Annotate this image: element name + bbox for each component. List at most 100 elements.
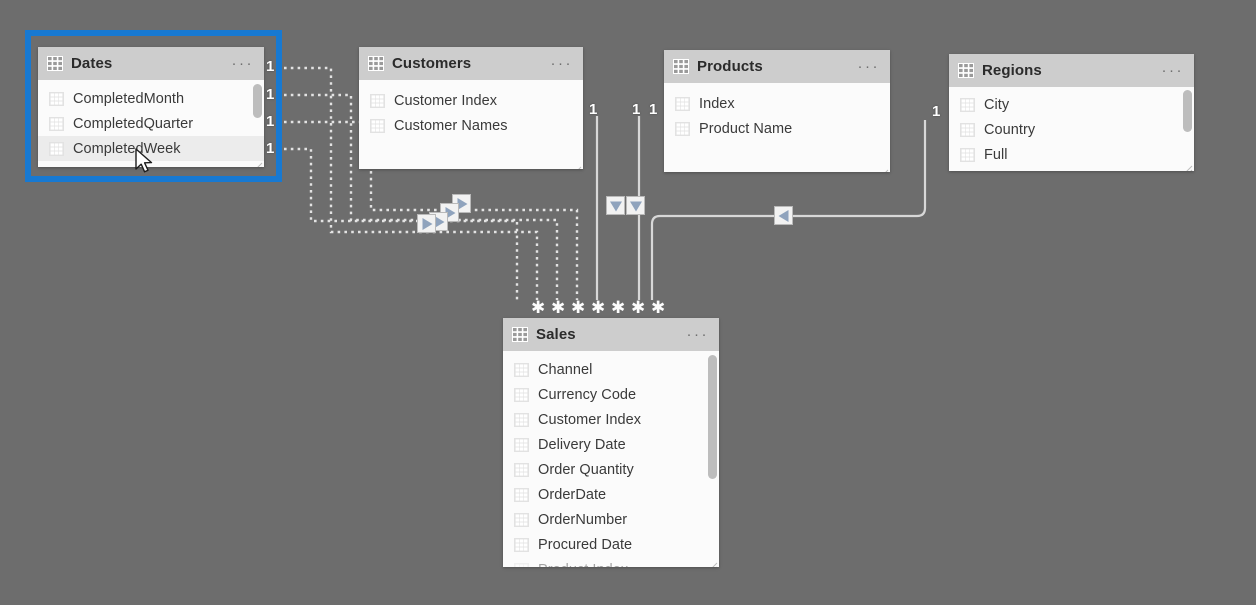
field-grid-icon (514, 462, 529, 477)
table-resize-grip[interactable] (251, 160, 263, 167)
cardinality-many-sales-6: ✱ (631, 298, 646, 317)
field-row[interactable]: Delivery Date (503, 432, 719, 457)
field-label: Product Index (538, 562, 628, 568)
field-label: OrderNumber (538, 511, 628, 528)
field-label: Index (699, 95, 735, 112)
field-row[interactable]: Order Quantity (503, 457, 719, 482)
table-title-dates: Dates (71, 55, 113, 72)
field-grid-icon (514, 437, 529, 452)
table-title-customers: Customers (392, 55, 472, 72)
field-grid-icon (514, 537, 529, 552)
table-more-options-sales[interactable]: ··· (687, 327, 712, 342)
cardinality-one-dates-1: 1 (266, 58, 275, 75)
field-row[interactable]: OrderDate (503, 482, 719, 507)
table-card-regions[interactable]: Regions ··· City Country Full (949, 54, 1194, 171)
cardinality-many-sales-4: ✱ (591, 298, 606, 317)
field-row[interactable]: Currency Code (503, 382, 719, 407)
table-more-options-customers[interactable]: ··· (551, 56, 576, 71)
field-label: Customer Names (394, 117, 508, 134)
field-row[interactable]: Full (949, 142, 1194, 167)
mouse-cursor-icon (135, 148, 153, 173)
field-label: Currency Code (538, 386, 637, 403)
table-resize-grip[interactable] (570, 164, 582, 169)
field-row[interactable]: Product Name (664, 116, 890, 141)
crossfilter-arrow-products[interactable] (626, 196, 645, 215)
table-header-regions[interactable]: Regions ··· (949, 54, 1194, 87)
field-label: Customer Index (394, 92, 498, 109)
table-header-sales[interactable]: Sales ··· (503, 318, 719, 351)
table-scrollbar-dates[interactable] (253, 84, 262, 118)
field-label: Channel (538, 361, 593, 378)
cardinality-one-dates-2: 1 (266, 86, 275, 103)
field-grid-icon (514, 387, 529, 402)
field-grid-icon (960, 147, 975, 162)
table-resize-grip[interactable] (706, 560, 718, 567)
field-row[interactable]: Index (664, 91, 890, 116)
crossfilter-arrow-dates-4[interactable] (417, 214, 436, 233)
field-label: Full (984, 146, 1008, 163)
model-view-canvas[interactable]: 1 1 1 1 1 1 1 1 ✱ ✱ ✱ ✱ ✱ ✱ ✱ Dates ··· (0, 0, 1256, 605)
table-more-options-regions[interactable]: ··· (1162, 63, 1187, 78)
cardinality-many-sales-3: ✱ (571, 298, 586, 317)
field-label: Procured Date (538, 536, 633, 553)
table-more-options-dates[interactable]: ··· (232, 56, 257, 71)
field-grid-icon (675, 96, 690, 111)
field-label: OrderDate (538, 486, 607, 503)
table-grid-icon (673, 59, 689, 74)
table-fields-sales: Channel Currency Code Customer Index Del… (503, 351, 719, 567)
field-label: Delivery Date (538, 436, 626, 453)
table-scrollbar-sales[interactable] (708, 355, 717, 479)
field-row[interactable]: Product Index (503, 557, 719, 567)
field-row[interactable]: Channel (503, 357, 719, 382)
field-grid-icon (960, 97, 975, 112)
field-row[interactable]: Procured Date (503, 532, 719, 557)
table-grid-icon (958, 63, 974, 78)
table-card-products[interactable]: Products ··· Index Product Name (664, 50, 890, 172)
cardinality-one-products-left: 1 (632, 101, 641, 118)
cardinality-many-sales-2: ✱ (551, 298, 566, 317)
table-header-products[interactable]: Products ··· (664, 50, 890, 83)
table-resize-grip[interactable] (1181, 163, 1193, 171)
field-row[interactable]: Customer Index (503, 407, 719, 432)
cardinality-one-dates-4: 1 (266, 140, 275, 157)
table-title-products: Products (697, 58, 763, 75)
field-grid-icon (514, 362, 529, 377)
relationship-dates-sales-4 (284, 147, 519, 300)
table-fields-regions: City Country Full (949, 87, 1194, 171)
field-label: CompletedQuarter (73, 115, 194, 132)
field-grid-icon (960, 122, 975, 137)
field-grid-icon (675, 121, 690, 136)
cardinality-one-customers: 1 (589, 101, 598, 118)
field-label: CompletedMonth (73, 90, 185, 107)
table-grid-icon (512, 327, 528, 342)
table-scrollbar-regions[interactable] (1183, 90, 1192, 132)
cardinality-many-sales-7: ✱ (651, 298, 666, 317)
table-header-dates[interactable]: Dates ··· (38, 47, 264, 80)
crossfilter-arrow-customers[interactable] (606, 196, 625, 215)
field-label: Order Quantity (538, 461, 634, 478)
field-row[interactable]: Country (949, 117, 1194, 142)
table-card-sales[interactable]: Sales ··· Channel Currency Code Customer… (503, 318, 719, 567)
field-row[interactable]: Customer Index (359, 88, 583, 113)
cardinality-one-dates-3: 1 (266, 113, 275, 130)
cardinality-many-sales-1: ✱ (531, 298, 546, 317)
table-title-regions: Regions (982, 62, 1042, 79)
table-fields-customers: Customer Index Customer Names (359, 80, 583, 169)
crossfilter-arrow-regions[interactable] (774, 206, 793, 225)
field-grid-icon (49, 91, 64, 106)
cardinality-one-products-right: 1 (649, 101, 658, 118)
field-grid-icon (514, 512, 529, 527)
table-more-options-products[interactable]: ··· (858, 59, 883, 74)
table-header-customers[interactable]: Customers ··· (359, 47, 583, 80)
field-grid-icon (514, 487, 529, 502)
field-label: Customer Index (538, 411, 642, 428)
field-row[interactable]: CompletedMonth (38, 86, 264, 111)
field-row[interactable]: Customer Names (359, 113, 583, 138)
field-row[interactable]: City (949, 92, 1194, 117)
field-label: Country (984, 121, 1036, 138)
table-resize-grip[interactable] (877, 167, 889, 172)
table-card-customers[interactable]: Customers ··· Customer Index Customer Na… (359, 47, 583, 169)
field-row[interactable]: CompletedQuarter (38, 111, 264, 136)
field-row[interactable]: OrderNumber (503, 507, 719, 532)
table-grid-icon (368, 56, 384, 71)
